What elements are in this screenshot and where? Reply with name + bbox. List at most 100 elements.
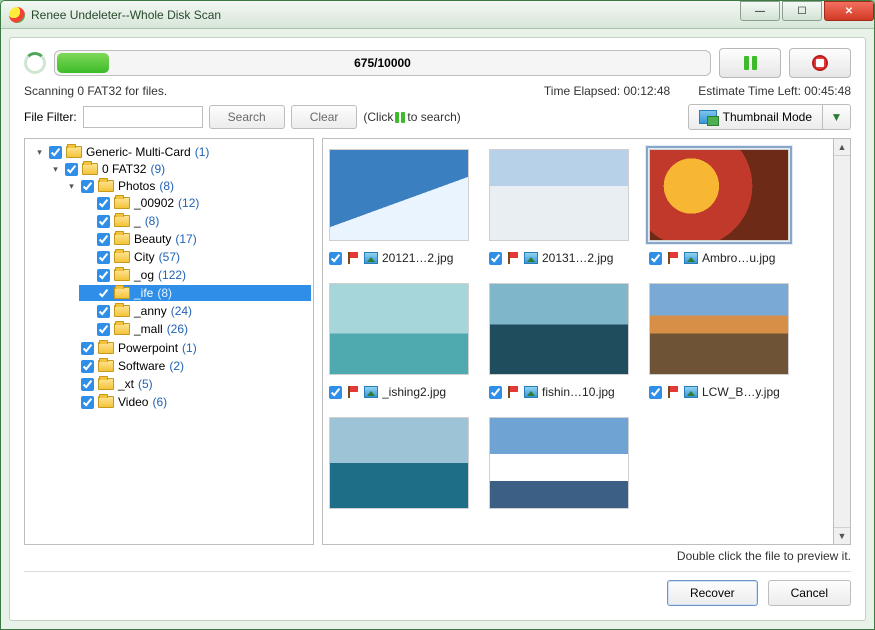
thumbnail-item[interactable] (329, 417, 469, 509)
tree-node[interactable]: _ife (8) (79, 285, 311, 301)
app-icon (9, 7, 25, 23)
tree-checkbox[interactable] (97, 233, 110, 246)
thumbnail-image[interactable] (649, 283, 789, 375)
thumbnail-item[interactable]: LCW_B…y.jpg (649, 283, 789, 399)
view-mode-dropdown[interactable]: ▼ (823, 104, 851, 130)
tree-checkbox[interactable] (97, 269, 110, 282)
tree-node[interactable]: ▾Generic- Multi-Card (1) (31, 144, 311, 160)
tree-checkbox[interactable] (97, 197, 110, 210)
thumbnail-image[interactable] (489, 283, 629, 375)
tree-checkbox[interactable] (81, 342, 94, 355)
cancel-button[interactable]: Cancel (768, 580, 851, 606)
thumbnail-image[interactable] (649, 149, 789, 241)
tree-node[interactable]: Software (2) (63, 358, 311, 374)
tree-checkbox[interactable] (81, 378, 94, 391)
scanning-status: Scanning 0 FAT32 for files. (24, 84, 167, 98)
tree-count: (5) (138, 377, 153, 391)
tree-checkbox[interactable] (97, 305, 110, 318)
thumbnail-item[interactable]: _ishing2.jpg (329, 283, 469, 399)
minimize-button[interactable]: — (740, 1, 780, 21)
scrollbar[interactable]: ▲ ▼ (834, 138, 851, 545)
tree-checkbox[interactable] (65, 163, 78, 176)
thumbnail-checkbox[interactable] (489, 386, 502, 399)
hint-post: to search) (407, 110, 460, 124)
thumbnail-item[interactable] (489, 417, 629, 509)
twisty-open-icon[interactable]: ▾ (50, 164, 61, 175)
tree-node[interactable]: _xt (5) (63, 376, 311, 392)
tree-count: (9) (150, 162, 165, 176)
thumbnail-checkbox[interactable] (329, 252, 342, 265)
thumbnail-image[interactable] (329, 149, 469, 241)
thumbnail-pane[interactable]: 20121…2.jpg 20131…2.jpg Ambro…u.jpg _ishing… (322, 138, 834, 545)
tree-label: City (134, 250, 155, 264)
tree-label: Software (118, 359, 165, 373)
tree-node[interactable]: _anny (24) (79, 303, 311, 319)
tree-checkbox[interactable] (81, 180, 94, 193)
thumbnail-image[interactable] (329, 283, 469, 375)
thumbnail-meta: Ambro…u.jpg (649, 251, 789, 265)
thumbnail-image[interactable] (489, 149, 629, 241)
twisty-open-icon[interactable]: ▾ (34, 147, 45, 158)
twisty-open-icon[interactable]: ▾ (66, 181, 77, 192)
recover-button[interactable]: Recover (667, 580, 758, 606)
tree-node[interactable]: Beauty (17) (79, 231, 311, 247)
clear-button[interactable]: Clear (291, 105, 358, 129)
tree-label: Video (118, 395, 148, 409)
tree-node[interactable]: _mall (26) (79, 321, 311, 337)
twisty-none (82, 288, 93, 299)
tree-label: Generic- Multi-Card (86, 145, 191, 159)
twisty-none (66, 397, 77, 408)
thumbnail-item[interactable]: fishin…10.jpg (489, 283, 629, 399)
tree-node[interactable]: _ (8) (79, 213, 311, 229)
tree-count: (24) (171, 304, 192, 318)
flag-icon (666, 251, 680, 265)
tree-checkbox[interactable] (97, 287, 110, 300)
folder-icon (114, 269, 130, 281)
thumbnail-checkbox[interactable] (329, 386, 342, 399)
elapsed-label: Time Elapsed: (544, 84, 620, 98)
thumbnail-checkbox[interactable] (649, 386, 662, 399)
thumbnail-image[interactable] (329, 417, 469, 509)
filter-hint: (Click to search) (363, 110, 460, 124)
tree-node[interactable]: ▾0 FAT32 (9) (47, 161, 311, 177)
twisty-none (66, 379, 77, 390)
picture-icon (684, 252, 698, 264)
tree-node[interactable]: _00902 (12) (79, 195, 311, 211)
tree-checkbox[interactable] (97, 251, 110, 264)
thumbnail-checkbox[interactable] (649, 252, 662, 265)
tree-count: (12) (178, 196, 199, 210)
tree-node[interactable]: ▾Photos (8) (63, 178, 311, 194)
pause-button[interactable] (719, 48, 781, 78)
tree-checkbox[interactable] (81, 396, 94, 409)
folder-tree[interactable]: ▾ Generic- Multi-Card (1) ▾0 FAT32 (9)▾Pho… (24, 138, 314, 545)
tree-node[interactable]: Video (6) (63, 394, 311, 410)
tree-node[interactable]: City (57) (79, 249, 311, 265)
tree-checkbox[interactable] (81, 360, 94, 373)
tree-count: (26) (167, 322, 188, 336)
thumbnail-checkbox[interactable] (489, 252, 502, 265)
thumbnail-image[interactable] (489, 417, 629, 509)
search-button[interactable]: Search (209, 105, 285, 129)
close-button[interactable]: ✕ (824, 1, 874, 21)
tree-checkbox[interactable] (97, 323, 110, 336)
stop-button[interactable] (789, 48, 851, 78)
view-mode-button[interactable]: Thumbnail Mode (688, 104, 823, 130)
maximize-button[interactable]: ☐ (782, 1, 822, 21)
tree-node[interactable]: _og (122) (79, 267, 311, 283)
filter-input[interactable] (83, 106, 203, 128)
thumbnail-meta: 20121…2.jpg (329, 251, 469, 265)
scroll-up-button[interactable]: ▲ (834, 139, 850, 156)
tree-checkbox[interactable] (49, 146, 62, 159)
tree-checkbox[interactable] (97, 215, 110, 228)
flag-icon (506, 251, 520, 265)
thumbnail-item[interactable]: 20131…2.jpg (489, 149, 629, 265)
tree-count: (122) (158, 268, 186, 282)
folder-icon (114, 305, 130, 317)
tree-count: (1) (182, 341, 197, 355)
thumbnail-icon (699, 110, 717, 124)
thumbnail-item[interactable]: Ambro…u.jpg (649, 149, 789, 265)
view-mode-label: Thumbnail Mode (723, 110, 812, 124)
thumbnail-item[interactable]: 20121…2.jpg (329, 149, 469, 265)
tree-node[interactable]: Powerpoint (1) (63, 340, 311, 356)
scroll-down-button[interactable]: ▼ (834, 527, 850, 544)
